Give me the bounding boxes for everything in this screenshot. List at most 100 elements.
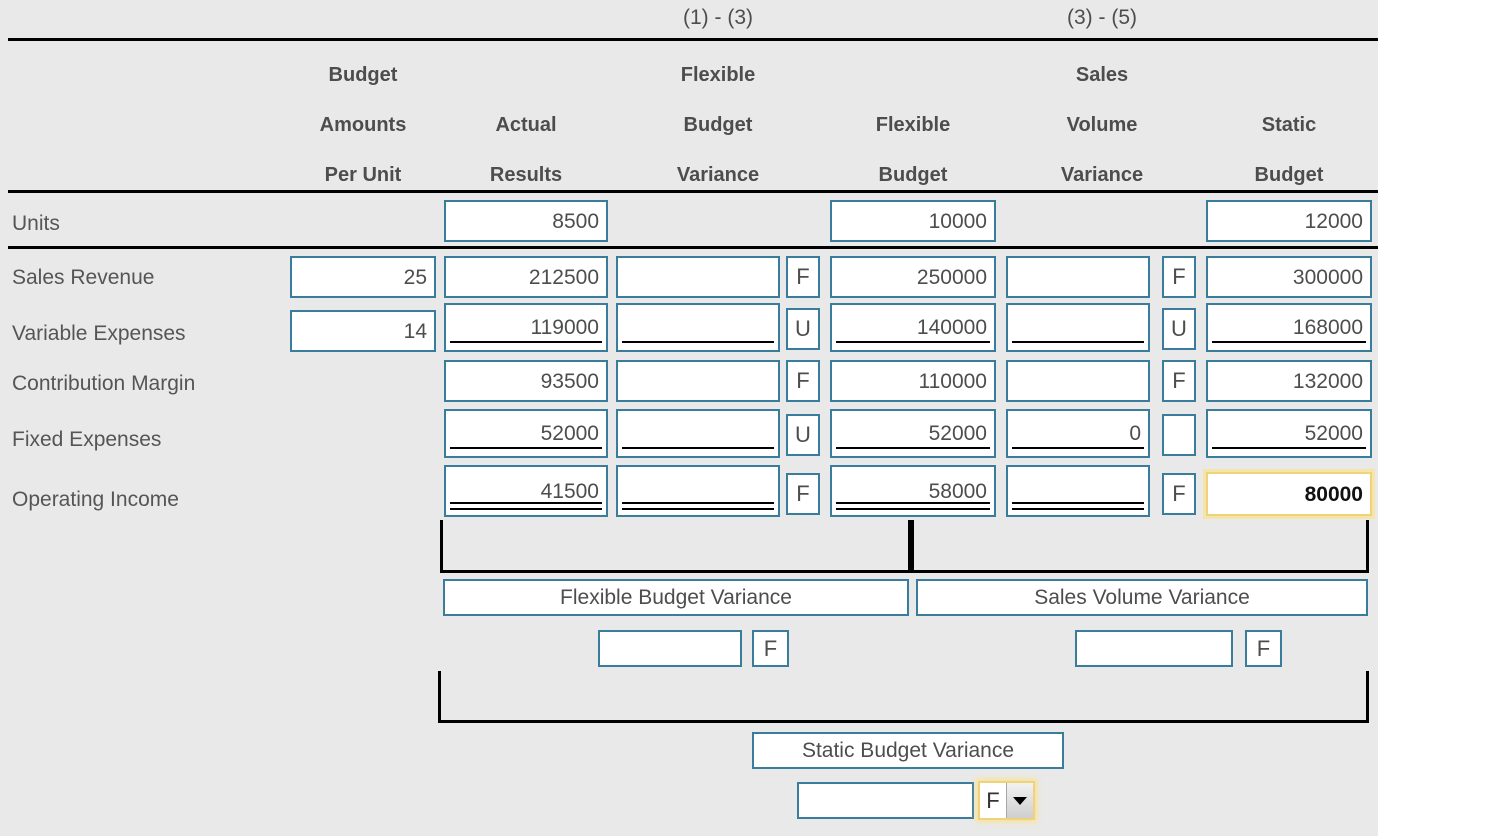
row-label-contribution-margin: Contribution Margin <box>12 372 196 395</box>
equation-label-3-minus-5: (3) - (5) <box>1067 6 1137 29</box>
cell-operating-income-flex-budget-variance-fu[interactable]: F <box>786 473 820 515</box>
cell-contribution-margin-flexible-budget[interactable]: 110000 <box>830 360 996 402</box>
cell-contribution-margin-static-budget[interactable]: 132000 <box>1206 360 1372 402</box>
subtotal-rule <box>622 447 774 449</box>
cell-sales-revenue-sales-volume-variance[interactable] <box>1006 256 1150 298</box>
cell-fixed-expenses-sales-volume-variance-fu[interactable] <box>1162 414 1196 456</box>
col-header-flex-budget-variance-line1: Flexible <box>680 64 756 86</box>
cell-fixed-expenses-sales-volume-variance[interactable]: 0 <box>1006 409 1150 458</box>
cell-contribution-margin-sales-volume-variance[interactable] <box>1006 360 1150 402</box>
cell-fixed-expenses-flex-budget-variance-fu[interactable]: U <box>786 414 820 456</box>
cell-operating-income-actual-results[interactable]: 41500 <box>444 465 608 517</box>
static-budget-variance-amount[interactable] <box>797 782 974 819</box>
bracket-svv-crossbar <box>911 570 1369 573</box>
col-header-sales-volume-variance-line1: Sales <box>1075 64 1129 86</box>
row-label-operating-income: Operating Income <box>12 488 179 511</box>
bracket-svv-right-stem <box>1366 520 1369 572</box>
row-label-sales-revenue: Sales Revenue <box>12 266 155 289</box>
static-budget-variance-fu-select[interactable]: F <box>978 781 1035 820</box>
cell-sales-revenue-actual-results[interactable]: 212500 <box>444 256 608 298</box>
cell-contribution-margin-flex-budget-variance[interactable] <box>616 360 780 402</box>
units-bottom-rule <box>8 246 1378 249</box>
cell-fixed-expenses-flexible-budget[interactable]: 52000 <box>830 409 996 458</box>
sales-volume-variance-fu[interactable]: F <box>1245 630 1282 667</box>
row-label-fixed-expenses: Fixed Expenses <box>12 428 162 451</box>
cell-variable-expenses-budget-per-unit[interactable]: 14 <box>290 310 436 352</box>
cell-contribution-margin-flex-budget-variance-fu[interactable]: F <box>786 360 820 402</box>
subtotal-rule <box>836 341 990 343</box>
cell-contribution-margin-sales-volume-variance-fu[interactable]: F <box>1162 360 1196 402</box>
cell-units-actual-results[interactable]: 8500 <box>444 200 608 242</box>
cell-units-static-budget[interactable]: 12000 <box>1206 200 1372 242</box>
cell-operating-income-flex-budget-variance[interactable] <box>616 465 780 517</box>
cell-operating-income-flexible-budget[interactable]: 58000 <box>830 465 996 517</box>
cell-value: 140000 <box>916 316 987 339</box>
cell-operating-income-sales-volume-variance-fu[interactable]: F <box>1162 473 1196 515</box>
cell-variable-expenses-flexible-budget[interactable]: 140000 <box>830 303 996 352</box>
total-rule-upper <box>622 502 774 504</box>
row-label-units: Units <box>12 212 60 235</box>
flexible-budget-variance-fu[interactable]: F <box>752 630 789 667</box>
total-rule-lower <box>836 508 990 510</box>
col-header-flexible-budget-line2: Flexible <box>875 114 951 136</box>
cell-value: 52000 <box>928 422 987 445</box>
col-header-sales-volume-variance-line2: Volume <box>1066 114 1138 136</box>
total-rule-upper <box>836 502 990 504</box>
bracket-svv-left-stem <box>911 520 914 572</box>
chevron-down-icon[interactable] <box>1006 783 1033 818</box>
cell-fixed-expenses-actual-results[interactable]: 52000 <box>444 409 608 458</box>
subtotal-rule <box>450 341 602 343</box>
cell-sales-revenue-sales-volume-variance-fu[interactable]: F <box>1162 256 1196 298</box>
cell-variable-expenses-sales-volume-variance-fu[interactable]: U <box>1162 308 1196 350</box>
subtotal-rule <box>1212 341 1366 343</box>
cell-value: 58000 <box>928 479 987 503</box>
row-label-variable-expenses: Variable Expenses <box>12 322 186 345</box>
total-rule-lower <box>1012 508 1144 510</box>
cell-value: 119000 <box>530 316 599 339</box>
col-header-static-budget-line2: Static <box>1261 114 1317 136</box>
bracket-static-left-stem <box>438 671 441 723</box>
cell-variable-expenses-actual-results[interactable]: 119000 <box>444 303 608 352</box>
subtotal-rule <box>1212 447 1366 449</box>
col-header-budget-per-unit-line1: Budget <box>328 64 398 86</box>
cell-value: 52000 <box>1304 422 1363 445</box>
bracket-flex-crossbar <box>440 570 911 573</box>
flexible-budget-variance-title: Flexible Budget Variance <box>443 579 909 616</box>
cell-operating-income-static-budget[interactable]: 80000 <box>1206 472 1372 516</box>
sales-volume-variance-amount[interactable] <box>1075 630 1233 667</box>
cell-fixed-expenses-static-budget[interactable]: 52000 <box>1206 409 1372 458</box>
bracket-flex-left-stem <box>440 520 443 572</box>
static-budget-variance-fu-value: F <box>980 783 1006 818</box>
col-header-flex-budget-variance-line2: Budget <box>683 114 753 136</box>
cell-units-flexible-budget[interactable]: 10000 <box>830 200 996 242</box>
cell-variable-expenses-flex-budget-variance[interactable] <box>616 303 780 352</box>
cell-operating-income-sales-volume-variance[interactable] <box>1006 465 1150 517</box>
bracket-static-crossbar <box>438 720 1369 723</box>
header-top-rule <box>8 38 1378 41</box>
cell-sales-revenue-budget-per-unit[interactable]: 25 <box>290 256 436 298</box>
cell-variable-expenses-sales-volume-variance[interactable] <box>1006 303 1150 352</box>
cell-sales-revenue-static-budget[interactable]: 300000 <box>1206 256 1372 298</box>
cell-sales-revenue-flex-budget-variance-fu[interactable]: F <box>786 256 820 298</box>
subtotal-rule <box>1012 341 1144 343</box>
static-budget-variance-title: Static Budget Variance <box>752 732 1064 769</box>
cell-variable-expenses-static-budget[interactable]: 168000 <box>1206 303 1372 352</box>
subtotal-rule <box>622 341 774 343</box>
subtotal-rule <box>450 447 602 449</box>
cell-value: 0 <box>1129 422 1141 445</box>
cell-contribution-margin-actual-results[interactable]: 93500 <box>444 360 608 402</box>
cell-variable-expenses-flex-budget-variance-fu[interactable]: U <box>786 308 820 350</box>
equation-label-1-minus-3: (1) - (3) <box>683 6 753 29</box>
total-rule-upper <box>1012 502 1144 504</box>
subtotal-rule <box>836 447 990 449</box>
cell-sales-revenue-flexible-budget[interactable]: 250000 <box>830 256 996 298</box>
cell-value: 41500 <box>540 479 599 503</box>
cell-fixed-expenses-flex-budget-variance[interactable] <box>616 409 780 458</box>
flexible-budget-variance-amount[interactable] <box>598 630 742 667</box>
cell-sales-revenue-flex-budget-variance[interactable] <box>616 256 780 298</box>
cell-value: 52000 <box>540 422 599 445</box>
variance-analysis-worksheet: (1) - (3) (3) - (5) Budget Amounts Per U… <box>0 0 1378 836</box>
col-header-actual-results-line2: Actual <box>495 114 557 136</box>
total-rule-upper <box>450 502 602 504</box>
col-header-budget-per-unit-line2: Amounts <box>319 114 407 136</box>
